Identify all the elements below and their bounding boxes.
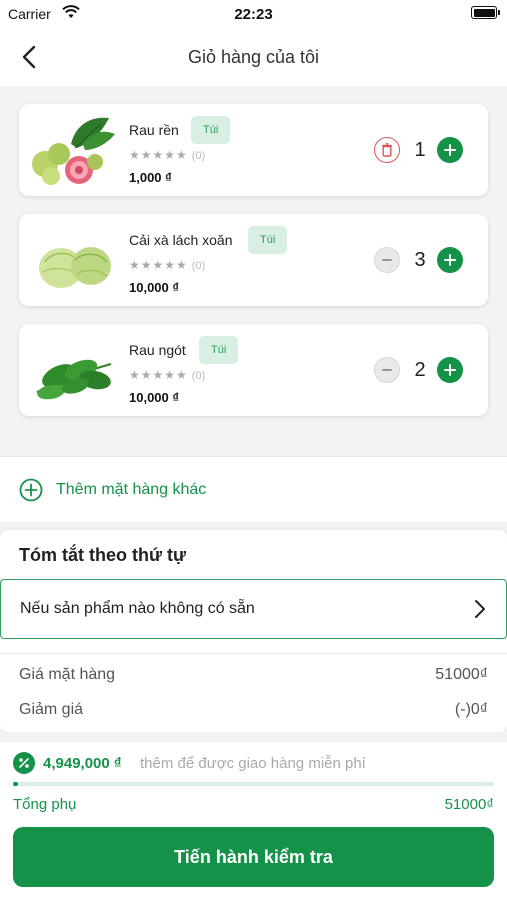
product-image-rau-ren [32, 117, 115, 185]
battery-icon [471, 6, 500, 19]
item-price-value: 51000₫ [435, 666, 488, 683]
increase-quantity-button[interactable] [437, 247, 463, 273]
add-more-items-button[interactable]: Thêm mặt hàng khác [0, 456, 507, 522]
product-name[interactable]: Rau ngót [129, 342, 186, 358]
unavailable-option-row[interactable]: Nếu sản phẩm nào không có sẵn [0, 579, 507, 639]
free-shipping-progress-fill [13, 782, 18, 786]
product-name[interactable]: Rau rền [129, 122, 179, 138]
minus-icon [382, 259, 392, 261]
discount-label: Giảm giá [19, 701, 84, 718]
order-summary: Tóm tắt theo thứ tự Nếu sản phẩm nào khô… [0, 530, 507, 732]
page-title: Giỏ hàng của tôi [187, 47, 320, 67]
plus-icon [444, 364, 456, 376]
rating: ★★★★★ (0) [129, 258, 205, 272]
rating-count: (0) [191, 150, 206, 162]
unit-badge: Túi [248, 226, 288, 254]
quantity-value: 3 [414, 249, 426, 271]
free-shipping-text: thêm để được giao hàng miễn phí [140, 755, 366, 772]
rating-count: (0) [191, 370, 206, 382]
product-image-cai-xa-lach-xoan [39, 247, 111, 288]
unit-badge: Túi [191, 116, 231, 144]
quantity-value: 2 [414, 359, 426, 381]
item-price-label: Giá mặt hàng [19, 666, 116, 683]
discount-value: (-)0₫ [454, 701, 488, 718]
quantity-value: 1 [414, 139, 426, 161]
free-shipping-progress [13, 782, 494, 786]
status-bar: Carrier 22:23 [0, 0, 507, 28]
product-name[interactable]: Cải xà lách xoăn [129, 232, 233, 248]
free-shipping-amount: 4,949,000 ₫ [43, 755, 122, 772]
plus-circle-icon [19, 478, 43, 502]
cart-list: Rau rền Túi ★★★★★ (0) 1,000 ₫ 1 Cải xà lá… [0, 86, 507, 456]
plus-icon [444, 254, 456, 266]
rating: ★★★★★ (0) [129, 148, 205, 162]
product-image-rau-ngot [36, 359, 112, 400]
add-more-label: Thêm mặt hàng khác [56, 481, 207, 498]
unavailable-option-label: Nếu sản phẩm nào không có sẵn [20, 600, 255, 617]
trash-icon [382, 143, 392, 157]
subtotal-label: Tổng phụ [13, 796, 77, 813]
unit-badge: Túi [199, 336, 239, 364]
cart-item-card: Cải xà lách xoăn Túi ★★★★★ (0) 10,000 ₫ 3 [19, 214, 488, 306]
summary-title: Tóm tắt theo thứ tự [19, 545, 187, 565]
minus-icon [382, 369, 392, 371]
rating-stars: ★★★★★ [129, 258, 188, 272]
checkout-button[interactable]: Tiến hành kiểm tra [13, 827, 494, 887]
product-price: 10,000 ₫ [129, 390, 180, 405]
nav-bar: Giỏ hàng của tôi [0, 28, 507, 86]
rating-count: (0) [191, 260, 206, 272]
rating-stars: ★★★★★ [129, 148, 188, 162]
subtotal-value: 51000₫ [444, 796, 494, 813]
divider [0, 653, 507, 654]
rating-stars: ★★★★★ [129, 368, 188, 382]
clock: 22:23 [234, 6, 273, 23]
decrease-quantity-button[interactable] [374, 357, 400, 383]
chevron-right-icon [475, 600, 485, 618]
product-price: 1,000 ₫ [129, 170, 172, 185]
cart-item-card: Rau rền Túi ★★★★★ (0) 1,000 ₫ 1 [19, 104, 488, 196]
percent-icon [13, 752, 35, 774]
decrease-quantity-button[interactable] [374, 247, 400, 273]
increase-quantity-button[interactable] [437, 357, 463, 383]
cart-item-card: Rau ngót Túi ★★★★★ (0) 10,000 ₫ 2 [19, 324, 488, 416]
increase-quantity-button[interactable] [437, 137, 463, 163]
product-price: 10,000 ₫ [129, 280, 180, 295]
remove-item-button[interactable] [374, 137, 400, 163]
rating: ★★★★★ (0) [129, 368, 205, 382]
plus-icon [444, 144, 456, 156]
checkout-panel: 4,949,000 ₫ thêm để được giao hàng miễn … [0, 742, 507, 900]
